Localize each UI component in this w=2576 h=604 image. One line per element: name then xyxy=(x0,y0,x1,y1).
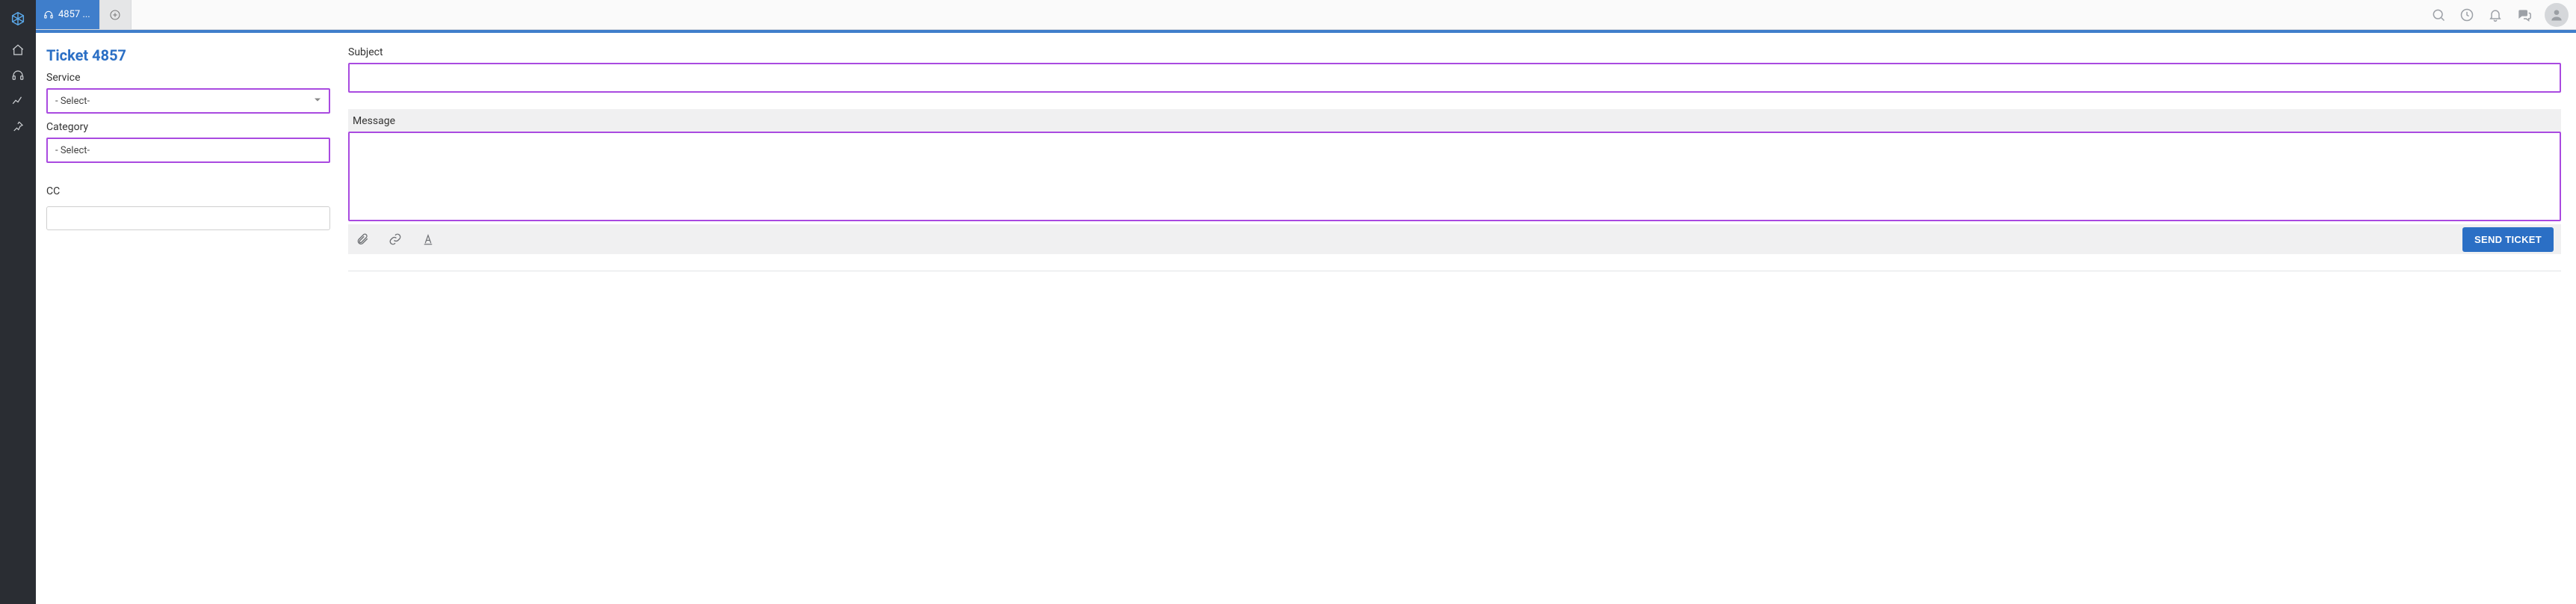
bell-icon[interactable] xyxy=(2488,7,2503,22)
subject-label: Subject xyxy=(348,46,2561,58)
message-textarea[interactable] xyxy=(348,132,2561,221)
add-tab-button[interactable] xyxy=(100,0,131,29)
link-icon[interactable] xyxy=(388,232,402,246)
message-label: Message xyxy=(348,109,2561,132)
user-avatar[interactable] xyxy=(2545,3,2569,27)
search-icon[interactable] xyxy=(2431,7,2446,22)
ticket-compose-panel: Subject Message SEND TICKET xyxy=(348,46,2561,604)
service-select[interactable]: - Select- xyxy=(46,88,330,114)
page-title: Ticket 4857 xyxy=(46,46,330,64)
tab-label: 4857 ... xyxy=(58,9,90,20)
service-select-value: - Select- xyxy=(55,96,90,107)
subject-input[interactable] xyxy=(348,63,2561,93)
headset-icon[interactable] xyxy=(0,63,36,88)
home-icon[interactable] xyxy=(0,37,36,63)
headset-icon xyxy=(43,10,54,20)
pin-icon[interactable] xyxy=(0,114,36,139)
category-label: Category xyxy=(46,121,330,133)
category-select[interactable]: - Select- xyxy=(46,138,330,163)
attachment-icon[interactable] xyxy=(356,232,369,246)
chevron-down-icon xyxy=(314,96,321,107)
sidebar xyxy=(0,0,36,604)
service-label: Service xyxy=(46,72,330,84)
cc-label: CC xyxy=(46,185,330,197)
tab-bar: 4857 ... xyxy=(36,0,2576,30)
chat-icon[interactable] xyxy=(2516,7,2531,22)
analytics-icon[interactable] xyxy=(0,88,36,114)
category-select-value: - Select- xyxy=(55,145,90,156)
tab-ticket-4857[interactable]: 4857 ... xyxy=(36,0,100,29)
ticket-meta-panel: Ticket 4857 Service - Select- Category -… xyxy=(46,46,330,604)
cc-input[interactable] xyxy=(46,206,330,230)
send-ticket-button[interactable]: SEND TICKET xyxy=(2462,227,2554,252)
app-logo-icon[interactable] xyxy=(0,4,36,33)
history-icon[interactable] xyxy=(2459,7,2474,22)
message-toolbar: SEND TICKET xyxy=(348,224,2561,254)
